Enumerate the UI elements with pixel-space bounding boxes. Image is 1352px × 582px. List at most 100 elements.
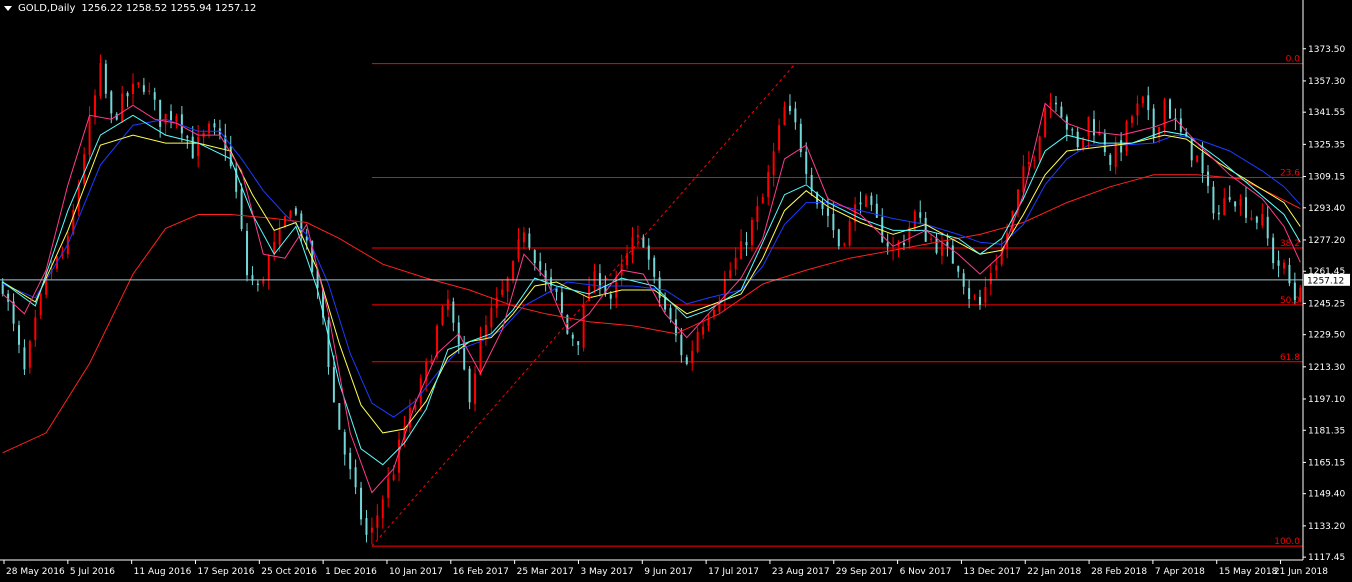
- candle-body: [1152, 108, 1155, 138]
- y-tick-label: 1133.20: [1308, 522, 1345, 532]
- x-tick-label: 13 Dec 2017: [963, 567, 1021, 577]
- candle-body: [636, 235, 639, 238]
- candle-body: [778, 125, 781, 151]
- x-tick-label: 1 Dec 2016: [325, 567, 377, 577]
- candle-body: [745, 242, 748, 246]
- y-tick-label: 1149.40: [1308, 490, 1345, 500]
- candle-body: [837, 229, 840, 247]
- candle-body: [1272, 237, 1275, 264]
- candle-body: [734, 257, 737, 269]
- candle-body: [571, 334, 574, 339]
- candle-body: [973, 296, 976, 298]
- candle-body: [240, 189, 243, 230]
- candle-body: [213, 123, 216, 128]
- y-tick-label: 1373.50: [1308, 45, 1345, 55]
- candle-body: [1201, 152, 1204, 174]
- candle-body: [826, 208, 829, 216]
- candle-body: [1060, 106, 1063, 118]
- candle-body: [1277, 260, 1280, 266]
- x-tick-label: 7 Apr 2018: [1155, 567, 1205, 577]
- candle-body: [1120, 140, 1123, 153]
- candle-body: [1255, 216, 1258, 223]
- candle-body: [1022, 166, 1025, 193]
- candle-body: [267, 255, 270, 281]
- candle-body: [740, 241, 743, 259]
- candle-body: [229, 146, 232, 167]
- candle-body: [1217, 212, 1220, 215]
- candle-body: [1125, 121, 1128, 152]
- candle-body: [577, 341, 580, 346]
- candle-body: [1212, 186, 1215, 214]
- candle-body: [441, 306, 444, 325]
- candle-body: [680, 334, 683, 356]
- fib-level-label: 50.0: [1280, 296, 1300, 306]
- candle-body: [278, 229, 281, 245]
- candle-body: [805, 151, 808, 174]
- moving-average-line: [2, 102, 1301, 494]
- candle-body: [1147, 95, 1150, 111]
- x-tick-label: 25 Oct 2016: [261, 567, 317, 577]
- candle-body: [381, 499, 384, 519]
- candle-body: [28, 341, 31, 368]
- candle-body: [1244, 197, 1247, 218]
- candle-body: [1206, 171, 1209, 186]
- y-tick-label: 1213.30: [1308, 363, 1345, 373]
- candle-body: [1130, 116, 1133, 123]
- candle-body: [1250, 217, 1253, 220]
- x-tick-label: 11 Aug 2016: [134, 567, 192, 577]
- x-tick-label: 15 May 2018: [1219, 567, 1278, 577]
- moving-average-line: [2, 134, 1301, 434]
- candle-body: [197, 136, 200, 157]
- candle-body: [968, 288, 971, 300]
- price-box-label: 1257.12: [1307, 276, 1344, 286]
- candle-body: [517, 239, 520, 259]
- candle-body: [783, 106, 786, 125]
- candle-body: [957, 266, 960, 272]
- fib-level-label: 23.6: [1280, 169, 1300, 179]
- x-tick-label: 17 Sep 2016: [197, 567, 254, 577]
- candle-body: [159, 99, 162, 127]
- candle-body: [696, 331, 699, 352]
- candle-body: [94, 95, 97, 117]
- x-tick-label: 6 Nov 2017: [900, 567, 952, 577]
- y-tick-label: 1357.30: [1308, 77, 1345, 87]
- candle-body: [1299, 287, 1302, 302]
- candle-body: [1228, 197, 1231, 200]
- candle-body: [1168, 99, 1171, 119]
- candle-body: [1141, 96, 1144, 104]
- candle-body: [370, 527, 373, 533]
- candle-body: [83, 154, 86, 184]
- candle-body: [18, 325, 21, 345]
- candle-body: [327, 320, 330, 368]
- axes: 1373.50 1357.30 1341.55 1325.35 1309.15 1293.…: [0, 0, 1350, 577]
- y-tick-label: 1229.50: [1308, 331, 1345, 341]
- candle-body: [142, 85, 145, 92]
- candle-body: [1087, 116, 1090, 137]
- candle-body: [191, 136, 194, 159]
- fib-level-label: 61.8: [1280, 353, 1300, 363]
- candle-body: [528, 233, 531, 248]
- candle-body: [902, 242, 905, 246]
- candle-body: [175, 115, 178, 122]
- price-chart[interactable]: 0.023.638.250.061.8100.0 1373.501357.301…: [0, 0, 1352, 582]
- y-tick-label: 1325.35: [1308, 140, 1345, 150]
- candle-body: [1054, 102, 1057, 105]
- fib-level-label: 100.0: [1274, 537, 1300, 547]
- candle-body: [153, 92, 156, 100]
- y-tick-label: 1165.15: [1308, 458, 1345, 468]
- candle-body: [1092, 119, 1095, 136]
- candle-body: [919, 212, 922, 218]
- candle-body: [446, 299, 449, 310]
- x-tick-label: 3 May 2017: [580, 567, 633, 577]
- y-tick-label: 1277.20: [1308, 236, 1345, 246]
- x-tick-label: 29 Sep 2017: [836, 567, 893, 577]
- candle-body: [1158, 126, 1161, 137]
- candle-body: [398, 439, 401, 473]
- candle-body: [39, 293, 42, 315]
- candle-body: [104, 63, 107, 94]
- candle-body: [148, 90, 151, 92]
- candle-body: [794, 108, 797, 123]
- y-tick-label: 1117.45: [1308, 553, 1345, 563]
- candle-body: [930, 238, 933, 240]
- candle-body: [501, 289, 504, 296]
